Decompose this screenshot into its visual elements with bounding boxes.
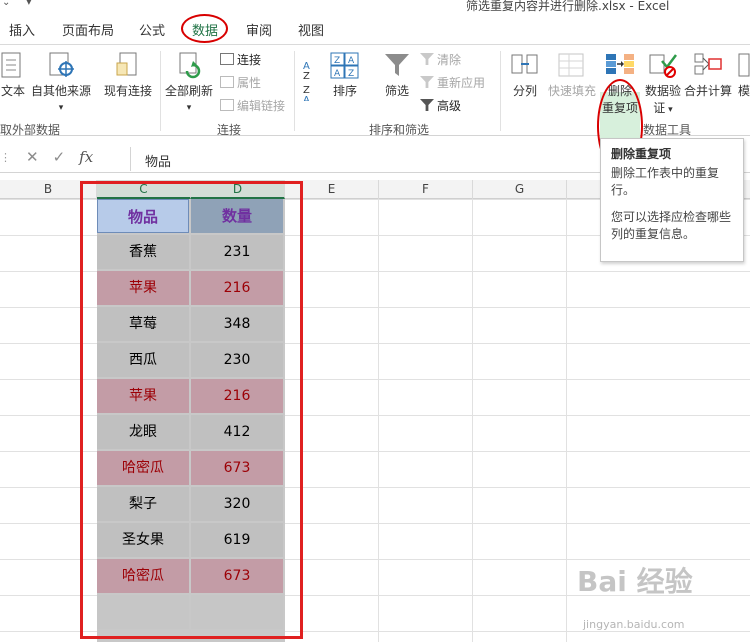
ribbon-tabs: 插入 页面布局 公式 数据 审阅 视图: [0, 14, 750, 44]
formula-buttons: ✕ ✓ fx: [26, 148, 107, 166]
tab-insert[interactable]: 插入: [9, 20, 35, 39]
remove-duplicates-tooltip: 删除重复项 删除工作表中的重复行。 您可以选择应检查哪些列的重复信息。: [600, 138, 744, 262]
connections-label: 连接: [237, 53, 262, 67]
selection-highlight-box: [80, 181, 303, 639]
quick-access-toolbar[interactable]: ⌄ ▾: [2, 0, 47, 8]
window-title: 筛选重复内容并进行删除.xlsx - Excel: [466, 0, 670, 13]
group-separator: [160, 51, 161, 131]
text-to-columns-icon: [511, 54, 538, 74]
text-to-columns-label: 分列: [512, 84, 537, 98]
edit-links-label: 编辑链接: [237, 99, 286, 113]
data-model-label: 模: [738, 84, 750, 98]
svg-text:A: A: [303, 95, 310, 101]
consolidate-label: 合并计算: [684, 84, 733, 98]
name-box-handle[interactable]: ⋮: [0, 151, 11, 164]
enter-icon[interactable]: ✓: [53, 148, 66, 166]
tab-highlight-circle: [181, 14, 228, 43]
advanced-filter-button[interactable]: 高级: [420, 97, 461, 114]
clear-filter-button[interactable]: 清除: [420, 51, 461, 68]
refresh-all-button[interactable]: 全部刷新 ▾: [165, 51, 213, 113]
other-sources-icon: [49, 52, 74, 77]
data-validation-button[interactable]: 数据验 证 ▾: [645, 51, 681, 116]
tooltip-title: 删除重复项: [611, 147, 672, 161]
edit-links-icon: [220, 99, 234, 111]
connections-icon: [220, 53, 234, 65]
tab-formulas[interactable]: 公式: [139, 20, 165, 39]
svg-text:Z: Z: [348, 69, 354, 79]
sort-icon: Z AA Z: [330, 52, 359, 79]
tooltip-detail: 您可以选择应检查哪些列的重复信息。: [611, 210, 732, 241]
baidu-jingyan-watermark: Bai 经验 jingyan.baidu.com: [577, 560, 747, 632]
tab-view[interactable]: 视图: [298, 20, 324, 39]
existing-connections-label: 现有连接: [104, 84, 153, 98]
existing-connections-icon: [116, 52, 137, 76]
tab-page-layout[interactable]: 页面布局: [62, 20, 114, 39]
svg-text:Z: Z: [303, 71, 310, 82]
column-header-G[interactable]: G: [473, 180, 567, 199]
data-validation-icon: [649, 54, 677, 78]
group-label-sort-filter: 排序和筛选: [369, 123, 430, 137]
sort-button[interactable]: ZAAZ 排序: [330, 51, 360, 99]
consolidate-button[interactable]: 合并计算: [684, 51, 732, 99]
insert-function-icon[interactable]: fx: [79, 148, 93, 166]
flash-fill-button[interactable]: 快速填充: [548, 51, 596, 99]
filter-funnel-icon: [385, 54, 409, 76]
ribbon-data: 文本 自其他来源 ▾ 现有连接 取外部数据 全部刷新 ▾ 连接 属性 编辑链接 连接…: [0, 44, 750, 173]
group-label-external: 取外部数据: [0, 123, 61, 137]
text-file-icon: [1, 52, 21, 78]
group-separator: [500, 51, 501, 131]
connections-button[interactable]: 连接: [220, 51, 261, 68]
tab-review[interactable]: 审阅: [246, 20, 272, 39]
tooltip-description: 删除工作表中的重复行。: [611, 166, 720, 197]
grid-line: [566, 199, 567, 642]
svg-text:A: A: [348, 56, 355, 66]
reapply-button[interactable]: 重新应用: [420, 74, 485, 91]
properties-icon: [220, 76, 234, 88]
from-text-label: 文本: [0, 84, 25, 98]
watermark-url: jingyan.baidu.com: [583, 618, 685, 631]
flash-fill-label: 快速填充: [548, 84, 597, 98]
from-text-button[interactable]: 文本: [0, 51, 26, 99]
text-to-columns-button[interactable]: 分列: [510, 51, 540, 99]
group-separator: [294, 51, 295, 131]
group-label-data-tools: 数据工具: [643, 123, 692, 137]
edit-links-button[interactable]: 编辑链接: [220, 97, 285, 114]
group-label-connections: 连接: [217, 123, 242, 137]
sort-label: 排序: [332, 84, 357, 98]
from-other-label: 自其他来源: [31, 84, 92, 98]
watermark-text: Bai 经验: [577, 565, 693, 598]
advanced-filter-icon: [420, 99, 434, 111]
title-bar: ⌄ ▾ 筛选重复内容并进行删除.xlsx - Excel: [0, 0, 750, 14]
properties-label: 属性: [237, 76, 262, 90]
sort-ascending-icon: AZZA: [303, 61, 310, 106]
svg-text:A: A: [334, 69, 341, 79]
reapply-icon: [420, 76, 434, 88]
remove-duplicates-icon: [606, 54, 634, 74]
existing-connections-button[interactable]: 现有连接: [104, 51, 152, 99]
column-header-F[interactable]: F: [379, 180, 473, 199]
reapply-label: 重新应用: [437, 76, 486, 90]
flash-fill-icon: [558, 53, 584, 77]
clear-filter-icon: [420, 53, 434, 65]
data-model-icon: [738, 53, 750, 77]
data-validation-label-1: 数据验: [645, 84, 682, 98]
sort-az-button[interactable]: AZZA: [302, 55, 320, 106]
data-validation-label-2: 证: [653, 101, 666, 115]
grid-line: [472, 199, 473, 642]
filter-button[interactable]: 筛选: [383, 51, 411, 99]
data-model-button[interactable]: 模: [738, 51, 750, 99]
refresh-all-label: 全部刷新: [165, 84, 214, 98]
cancel-icon[interactable]: ✕: [26, 148, 39, 166]
refresh-icon: [179, 52, 201, 79]
properties-button[interactable]: 属性: [220, 74, 261, 91]
grid-line: [378, 199, 379, 642]
advanced-label: 高级: [437, 99, 462, 113]
from-other-sources-button[interactable]: 自其他来源 ▾: [31, 51, 91, 113]
consolidate-icon: [694, 53, 722, 75]
filter-label: 筛选: [384, 84, 409, 98]
svg-text:Z: Z: [334, 56, 340, 66]
clear-label: 清除: [437, 53, 462, 67]
